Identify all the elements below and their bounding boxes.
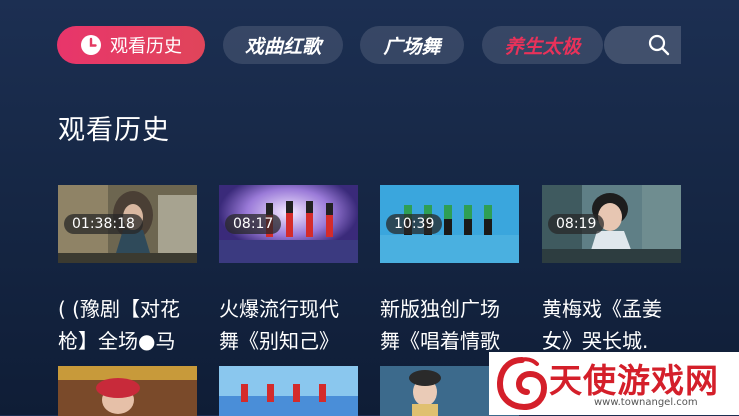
video-title: ( (豫剧【对花枪】全场●马: [58, 297, 180, 353]
video-title: 火爆流行现代舞《别知己》: [219, 297, 339, 353]
history-card-partial[interactable]: [219, 366, 358, 416]
video-thumbnail: 08:19: [542, 185, 681, 263]
video-thumbnail: [219, 366, 358, 416]
site-watermark: 天使游戏网 www.townangel.com: [489, 352, 739, 415]
search-icon: [648, 34, 670, 56]
nav-tab-square-dance-label: 广场舞: [383, 35, 441, 58]
history-card-partial[interactable]: [58, 366, 197, 416]
video-thumbnail: 10:39: [380, 185, 519, 263]
video-title: 新版独创广场舞《唱着情歌: [380, 297, 500, 353]
history-card[interactable]: 08:17 火爆流行现代舞《别知己》: [219, 185, 358, 357]
site-logo-icon: [497, 357, 547, 410]
video-duration: 01:38:18: [64, 214, 143, 234]
video-duration: 08:17: [225, 214, 282, 234]
history-card[interactable]: 10:39 新版独创广场舞《唱着情歌: [380, 185, 519, 357]
nav-tab-opera[interactable]: 戏曲红歌: [223, 26, 343, 64]
section-title: 观看历史: [58, 115, 170, 146]
clock-icon: [81, 35, 101, 55]
history-card[interactable]: 08:19 黄梅戏《孟姜女》哭长城.: [542, 185, 681, 357]
video-duration: 10:39: [386, 214, 443, 234]
search-button[interactable]: [604, 26, 681, 64]
video-thumbnail: [58, 366, 197, 416]
watermark-title: 天使游戏网: [549, 361, 719, 400]
top-nav-bar: 观看历史 戏曲红歌 广场舞 养生太极: [0, 0, 739, 90]
nav-tab-history[interactable]: 观看历史: [57, 26, 205, 64]
nav-tab-taichi-label: 养生太极: [504, 35, 581, 58]
video-thumbnail: 01:38:18: [58, 185, 197, 263]
history-card[interactable]: 01:38:18 ( (豫剧【对花枪】全场●马: [58, 185, 197, 357]
video-thumbnail: 08:17: [219, 185, 358, 263]
video-title: 黄梅戏《孟姜女》哭长城.: [542, 297, 662, 353]
video-duration: 08:19: [548, 214, 605, 234]
nav-tab-history-label: 观看历史: [110, 36, 182, 57]
nav-tab-opera-label: 戏曲红歌: [244, 35, 321, 58]
nav-tab-square-dance[interactable]: 广场舞: [360, 26, 464, 64]
nav-tab-taichi[interactable]: 养生太极: [482, 26, 603, 64]
watermark-url: www.townangel.com: [594, 397, 698, 408]
